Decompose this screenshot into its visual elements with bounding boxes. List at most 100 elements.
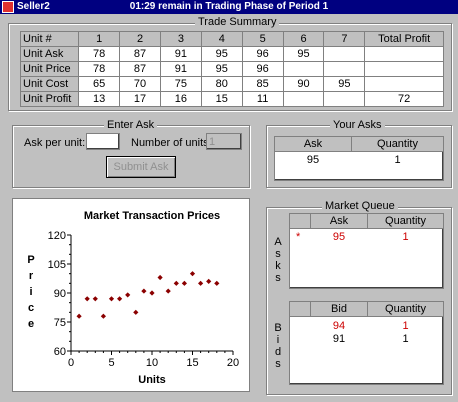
title-bar: Seller2 01:29 remain in Trading Phase of… <box>0 0 458 14</box>
data-point <box>133 309 139 315</box>
summary-cell: 13 <box>78 91 121 107</box>
summary-cell: 95 <box>200 46 243 62</box>
summary-cell: 15 <box>200 91 243 107</box>
summary-cell: 87 <box>119 46 161 62</box>
summary-cell <box>282 91 325 107</box>
x-tick-label: 20 <box>227 357 239 369</box>
y-tick-label: 60 <box>54 346 66 358</box>
your-asks-col-quantity: Quantity <box>377 138 418 150</box>
summary-cell: 95 <box>282 46 325 62</box>
summary-col-header: 2 <box>119 31 161 47</box>
summary-row: Unit Price 78 87 91 95 96 <box>19 61 444 77</box>
summary-cell <box>323 61 366 77</box>
summary-cell: 70 <box>119 76 161 92</box>
summary-col-header: 4 <box>200 31 243 47</box>
your-asks-legend: Your Asks <box>330 119 385 131</box>
market-bid-quantity: 1 <box>402 320 409 332</box>
asks-side-label: A s k s <box>274 236 282 284</box>
number-of-units-input[interactable] <box>206 133 242 150</box>
data-point <box>92 296 98 302</box>
data-point <box>108 296 115 302</box>
summary-row-label: Unit Price <box>19 61 80 77</box>
x-tick-label: 5 <box>108 357 114 369</box>
summary-row: Unit Cost 65 70 75 80 85 90 95 <box>19 76 444 92</box>
summary-cell <box>282 61 325 77</box>
data-point <box>165 288 171 294</box>
summary-row-label: Unit Profit <box>19 91 80 107</box>
market-ask-quantity: 1 <box>402 231 409 243</box>
x-tick-label: 10 <box>146 357 158 369</box>
submit-ask-button[interactable]: Submit Ask <box>106 156 176 178</box>
data-point <box>84 296 90 302</box>
y-tick-label: 75 <box>54 317 66 329</box>
summary-col-header: 7 <box>323 31 366 47</box>
summary-cell: 16 <box>159 91 202 107</box>
data-point <box>157 274 163 281</box>
market-bids-col-bid: Bid <box>311 302 368 316</box>
trade-summary-table: Unit #1 2 3 4 5 6 7 Total Profit Unit Ask 78 87 91 9… <box>19 31 444 107</box>
summary-cell: 91 <box>159 61 202 77</box>
summary-col-header: 6 <box>282 31 325 47</box>
your-asks-header: Ask Quantity <box>275 137 443 152</box>
summary-cell <box>364 46 444 62</box>
summary-cell <box>364 61 444 77</box>
summary-col-header: Unit # <box>19 31 80 47</box>
summary-col-header: 1 <box>78 31 121 47</box>
summary-cell: 95 <box>323 76 366 92</box>
data-point <box>198 280 204 286</box>
market-bids-list[interactable]: Bid Quantity 94 1 91 1 <box>289 301 444 385</box>
x-tick-label: 0 <box>68 357 74 369</box>
x-axis-label: Units <box>138 374 166 386</box>
summary-cell: 95 <box>200 61 243 77</box>
summary-cell <box>364 76 444 92</box>
summary-cell: 91 <box>159 46 202 62</box>
y-axis-label: Price <box>27 254 34 330</box>
summary-row: Unit Profit 13 17 16 15 11 72 <box>19 91 444 107</box>
market-queue-legend: Market Queue <box>322 200 398 212</box>
summary-col-header: 5 <box>241 31 284 47</box>
market-asks-col-ask: Ask <box>311 214 368 228</box>
data-point <box>149 290 155 296</box>
summary-cell: 87 <box>119 61 161 77</box>
data-point <box>214 280 220 286</box>
market-asks-header: Ask Quantity <box>290 214 443 229</box>
data-point <box>100 313 106 319</box>
enter-ask-legend: Enter Ask <box>104 119 158 131</box>
ask-per-unit-input[interactable] <box>86 133 120 150</box>
data-point <box>173 280 179 286</box>
timer-status: 01:29 remain in Trading Phase of Period … <box>129 1 329 12</box>
ask-per-unit-label: Ask per unit: <box>24 137 86 149</box>
summary-row: Unit Ask 78 87 91 95 96 95 <box>19 46 444 62</box>
summary-col-header: 3 <box>159 31 202 47</box>
summary-cell: 96 <box>241 61 284 77</box>
y-tick-label: 120 <box>48 230 66 242</box>
market-bids-col-quantity: Quantity <box>385 303 426 315</box>
summary-cell: 75 <box>159 76 202 92</box>
chart-canvas: Market Transaction Prices 60 75 90 105 120 0 5 1… <box>27 210 239 386</box>
data-point <box>189 271 196 277</box>
y-tick-label: 105 <box>48 259 66 271</box>
data-point <box>141 288 147 294</box>
market-asks-list[interactable]: Ask Quantity * 95 1 <box>289 213 444 289</box>
market-bid-quantity: 1 <box>402 333 409 345</box>
market-asks-col-quantity: Quantity <box>385 215 426 227</box>
summary-row-label: Unit Ask <box>19 46 80 62</box>
data-point <box>125 292 131 298</box>
summary-cell: 85 <box>241 76 284 92</box>
own-ask-marker: * <box>296 231 301 243</box>
market-bids-header: Bid Quantity <box>290 302 443 317</box>
y-tick-label: 90 <box>54 288 66 300</box>
x-tick-label: 15 <box>186 357 198 369</box>
data-point <box>181 280 187 286</box>
transaction-price-chart: Market Transaction Prices 60 75 90 105 120 0 5 1… <box>12 198 250 392</box>
chart-title: Market Transaction Prices <box>84 210 220 222</box>
summary-cell: 17 <box>119 91 161 107</box>
bids-side-label: B i d s <box>274 322 282 370</box>
summary-col-header: Total Profit <box>364 31 444 47</box>
your-asks-list[interactable]: Ask Quantity 95 1 <box>274 136 444 181</box>
data-point <box>206 278 212 284</box>
summary-cell: 78 <box>78 61 121 77</box>
market-ask-value: 95 <box>332 231 346 243</box>
number-of-units-label: Number of units: <box>131 137 212 149</box>
summary-cell: 72 <box>364 91 444 107</box>
